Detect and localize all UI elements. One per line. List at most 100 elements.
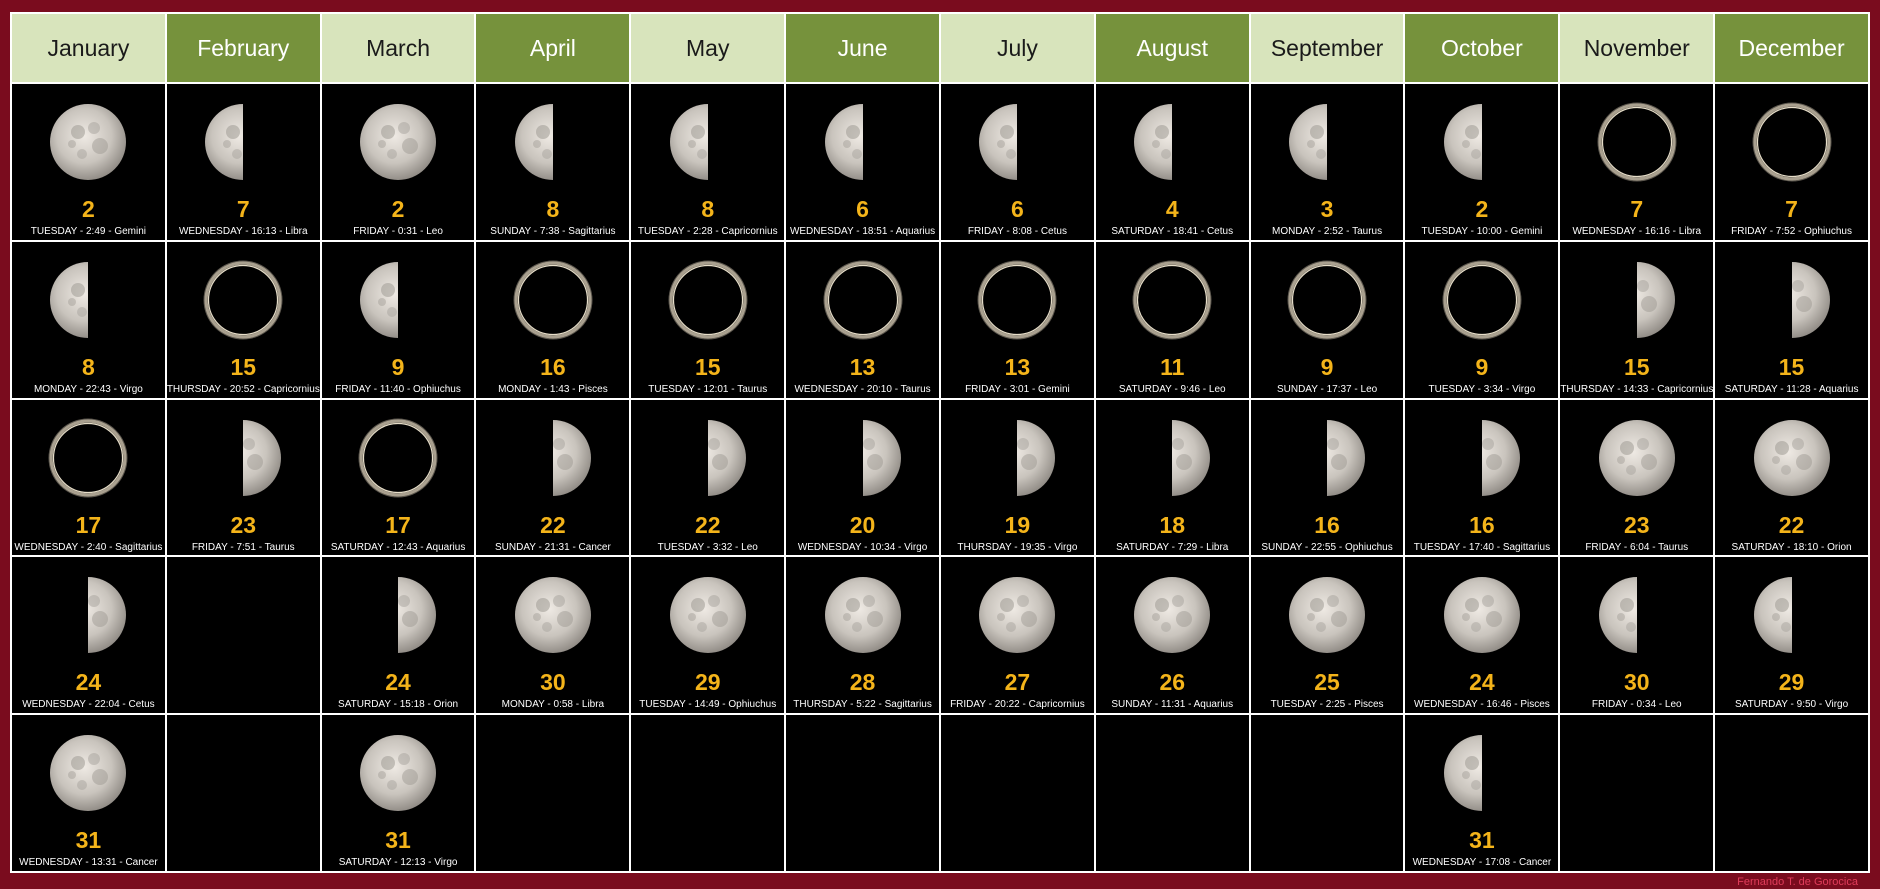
phase-time-info: FRIDAY - 0:34 - Leo xyxy=(1591,699,1682,711)
phase-cell: 9 SUNDAY - 17:37 - Leo xyxy=(1250,241,1404,398)
phase-cell: 2 TUESDAY - 2:49 - Gemini xyxy=(12,84,165,240)
phase-time-info: SATURDAY - 9:46 - Leo xyxy=(1118,383,1226,395)
month-header-march: March xyxy=(321,14,475,82)
phase-time-info: SATURDAY - 11:28 - Aquarius xyxy=(1724,383,1859,395)
day-number: 17 xyxy=(75,511,102,538)
new-moon-icon xyxy=(358,418,438,498)
day-number: 7 xyxy=(1630,196,1644,222)
phase-cell: 31 WEDNESDAY - 17:08 - Cancer xyxy=(1405,715,1559,871)
day-number: 23 xyxy=(230,511,257,538)
phase-time-info: SUNDAY - 21:31 - Cancer xyxy=(495,541,611,553)
empty-cell xyxy=(631,715,785,871)
day-number: 15 xyxy=(1778,353,1805,380)
empty-cell xyxy=(940,715,1094,871)
full-moon-icon xyxy=(1598,419,1675,496)
phase-cell: 15 TUESDAY - 12:01 - Taurus xyxy=(631,241,785,398)
phase-cell: 7 FRIDAY - 7:52 - Ophiuchus xyxy=(1715,84,1868,240)
day-number: 31 xyxy=(1469,827,1495,854)
new-moon-icon xyxy=(513,260,593,340)
last-moon-icon xyxy=(50,261,89,338)
day-number: 6 xyxy=(856,196,869,222)
phase-time-info: WEDNESDAY - 16:13 - Libra xyxy=(178,226,308,237)
phase-time-info: FRIDAY - 6:04 - Taurus xyxy=(1585,541,1689,553)
day-number: 24 xyxy=(1469,669,1495,696)
phase-cell: 11 SATURDAY - 9:46 - Leo xyxy=(1095,241,1249,398)
phase-cell: 13 WEDNESDAY - 20:10 - Taurus xyxy=(786,241,939,398)
phase-cell: 2 TUESDAY - 10:00 - Gemini xyxy=(1405,84,1559,240)
last-moon-icon xyxy=(1134,104,1173,180)
phase-time-info: SATURDAY - 9:50 - Virgo xyxy=(1734,699,1849,711)
full-moon-icon xyxy=(1289,577,1366,654)
empty-cell xyxy=(166,557,320,714)
moon-phase-calendar: January February March April May June July Augu… xyxy=(10,12,1870,873)
day-number: 31 xyxy=(385,827,411,854)
phase-time-info: SATURDAY - 12:43 - Aquarius xyxy=(330,541,466,553)
day-number: 30 xyxy=(1623,669,1650,696)
day-number: 16 xyxy=(540,353,566,380)
phase-cell: 19 THURSDAY - 19:35 - Virgo xyxy=(940,399,1094,556)
phase-time-info: TUESDAY - 3:34 - Virgo xyxy=(1428,383,1536,395)
phase-cell: 15 SATURDAY - 11:28 - Aquarius xyxy=(1715,241,1868,398)
new-moon-icon xyxy=(823,260,903,340)
last-moon-icon xyxy=(1443,104,1482,180)
phase-time-info: THURSDAY - 14:33 - Capricornius xyxy=(1560,383,1714,395)
phase-cell: 17 WEDNESDAY - 2:40 - Sagittarius xyxy=(12,399,165,556)
new-moon-icon xyxy=(1442,260,1522,340)
last-moon-icon xyxy=(205,104,244,180)
day-number: 6 xyxy=(1011,196,1024,222)
first-moon-icon xyxy=(243,419,282,496)
phase-time-info: SATURDAY - 12:13 - Virgo xyxy=(338,857,458,869)
phase-cell: 17 SATURDAY - 12:43 - Aquarius xyxy=(321,399,475,556)
phase-time-info: WEDNESDAY - 22:04 - Cetus xyxy=(22,699,155,711)
phase-time-info: SATURDAY - 7:29 - Libra xyxy=(1116,541,1229,553)
day-number: 19 xyxy=(1004,511,1031,538)
first-moon-icon xyxy=(1327,419,1366,496)
phase-cell: 9 FRIDAY - 11:40 - Ophiuchus xyxy=(321,241,475,398)
phase-time-info: MONDAY - 22:43 - Virgo xyxy=(33,383,143,395)
new-moon-icon xyxy=(1752,102,1832,182)
last-moon-icon xyxy=(360,261,399,338)
day-number: 2 xyxy=(82,196,95,222)
phase-time-info: TUESDAY - 12:01 - Taurus xyxy=(648,383,768,395)
full-moon-icon xyxy=(360,735,437,812)
phase-cell: 4 SATURDAY - 18:41 - Cetus xyxy=(1095,84,1249,240)
phase-time-info: TUESDAY - 10:00 - Gemini xyxy=(1421,226,1543,237)
phase-cell: 31 WEDNESDAY - 13:31 - Cancer xyxy=(12,715,165,871)
empty-cell xyxy=(476,715,630,871)
full-moon-icon xyxy=(50,735,127,812)
day-number: 28 xyxy=(849,669,876,696)
month-header-october: October xyxy=(1405,14,1559,82)
day-number: 2 xyxy=(391,196,405,222)
phase-time-info: TUESDAY - 14:49 - Ophiuchus xyxy=(639,699,777,711)
month-header-may: May xyxy=(631,14,785,82)
phase-time-info: MONDAY - 0:58 - Libra xyxy=(501,699,605,711)
month-header-november: November xyxy=(1560,14,1714,82)
first-moon-icon xyxy=(1172,419,1211,496)
full-moon-icon xyxy=(824,577,901,654)
phase-time-info: TUESDAY - 3:32 - Leo xyxy=(657,541,758,553)
phase-cell: 7 WEDNESDAY - 16:16 - Libra xyxy=(1560,84,1714,240)
phase-cell: 24 WEDNESDAY - 16:46 - Pisces xyxy=(1405,557,1559,714)
month-header-july: July xyxy=(940,14,1094,82)
phase-cell: 15 THURSDAY - 20:52 - Capricornius xyxy=(166,241,320,398)
new-moon-icon xyxy=(48,418,128,498)
day-number: 9 xyxy=(1475,353,1489,380)
phase-cell: 23 FRIDAY - 6:04 - Taurus xyxy=(1560,399,1714,556)
phase-time-info: TUESDAY - 2:28 - Capricornius xyxy=(637,226,778,237)
month-header-december: December xyxy=(1715,14,1868,82)
day-number: 8 xyxy=(546,196,560,222)
phase-cell: 29 TUESDAY - 14:49 - Ophiuchus xyxy=(631,557,785,714)
phase-cell: 8 MONDAY - 22:43 - Virgo xyxy=(12,241,165,398)
phase-cell: 27 FRIDAY - 20:22 - Capricornius xyxy=(940,557,1094,714)
month-header-april: April xyxy=(476,14,630,82)
phase-cell: 13 FRIDAY - 3:01 - Gemini xyxy=(940,241,1094,398)
phase-time-info: FRIDAY - 11:40 - Ophiuchus xyxy=(335,383,461,395)
day-number: 7 xyxy=(1785,196,1798,222)
day-number: 18 xyxy=(1159,511,1186,538)
first-moon-icon xyxy=(1017,419,1056,496)
empty-cell xyxy=(786,715,939,871)
day-number: 23 xyxy=(1623,511,1650,538)
phase-cell: 25 TUESDAY - 2:25 - Pisces xyxy=(1250,557,1404,714)
phase-time-info: FRIDAY - 3:01 - Gemini xyxy=(965,383,1070,395)
first-moon-icon xyxy=(398,577,437,654)
